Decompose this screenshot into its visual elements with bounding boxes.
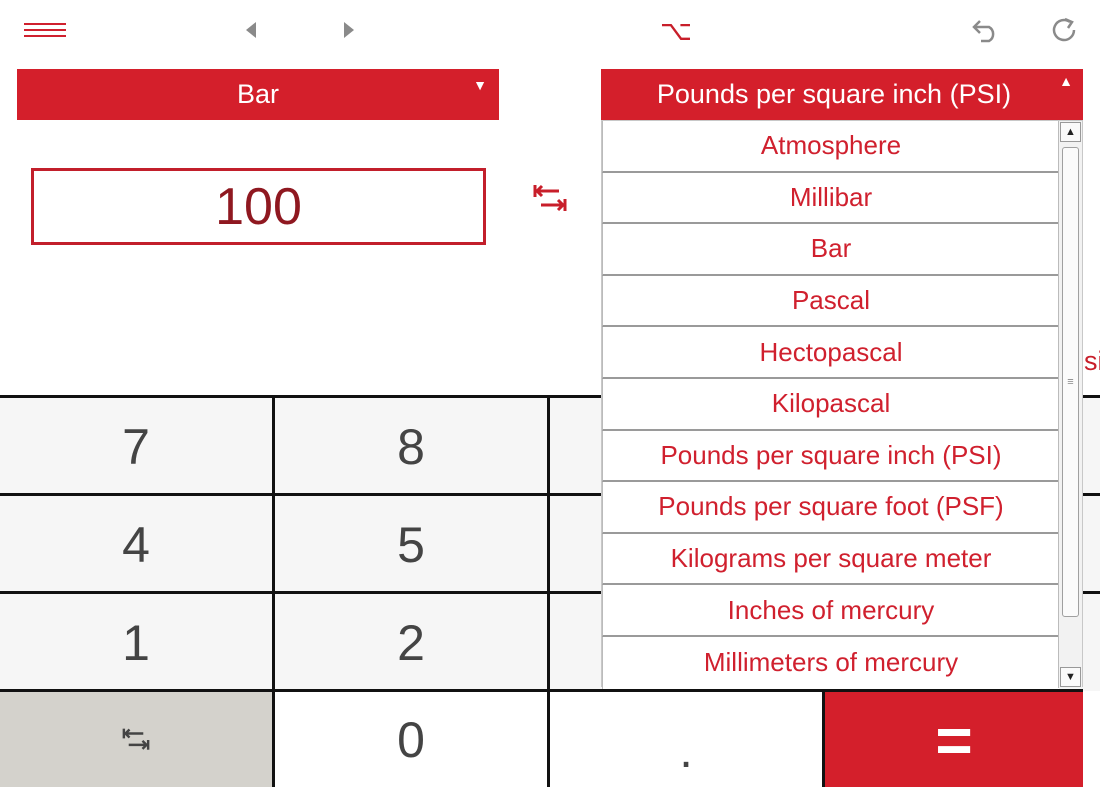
undo-icon[interactable]: [966, 10, 1006, 50]
result-unit-partial: si: [1084, 346, 1100, 376]
option-mm-mercury[interactable]: Millimeters of mercury: [602, 636, 1059, 689]
option-inches-mercury[interactable]: Inches of mercury: [602, 585, 1059, 637]
equals-button[interactable]: =: [825, 689, 1083, 787]
key-5[interactable]: 5: [275, 493, 550, 593]
key-1[interactable]: 1: [0, 591, 275, 691]
scroll-down-icon[interactable]: ▼: [1060, 667, 1081, 687]
key-2-label: 2: [397, 614, 425, 671]
key-7-label: 7: [122, 418, 150, 475]
key-0[interactable]: 0: [275, 689, 550, 787]
key-2[interactable]: 2: [275, 591, 550, 691]
hamburger-icon[interactable]: [22, 10, 68, 50]
chevron-up-icon: ▲: [1059, 73, 1073, 89]
to-unit-select[interactable]: Pounds per square inch (PSI) ▲: [601, 69, 1083, 120]
option-kg-per-sq-meter[interactable]: Kilograms per square meter: [602, 533, 1059, 586]
key-8-label: 8: [397, 418, 425, 475]
key-dot[interactable]: .: [550, 689, 825, 787]
to-unit-dropdown: Atmosphere Millibar Bar Pascal Hectopasc…: [601, 120, 1083, 689]
swap-units-icon[interactable]: [529, 178, 571, 220]
value-input[interactable]: 100: [31, 168, 486, 245]
key-5-label: 5: [397, 516, 425, 573]
option-kilopascal[interactable]: Kilopascal: [602, 378, 1059, 431]
arrow-left-icon[interactable]: [236, 10, 266, 50]
option-millibar[interactable]: Millibar: [602, 172, 1059, 225]
key-1-label: 1: [122, 614, 150, 671]
key-dot-label: .: [679, 725, 693, 778]
chevron-down-icon: ▼: [473, 77, 487, 93]
from-unit-label: Bar: [236, 79, 280, 109]
dropdown-options: Atmosphere Millibar Bar Pascal Hectopasc…: [602, 121, 1059, 689]
scroll-up-icon[interactable]: ▲: [1060, 122, 1081, 142]
option-psi[interactable]: Pounds per square inch (PSI): [602, 430, 1059, 483]
dropdown-scrollbar[interactable]: ▲ ≡ ▼: [1058, 121, 1082, 688]
option-hectopascal[interactable]: Hectopascal: [602, 327, 1059, 379]
option-pascal[interactable]: Pascal: [602, 275, 1059, 328]
option-key-icon[interactable]: ⌥: [656, 10, 696, 50]
toolbar: ⌥: [0, 0, 1100, 62]
from-unit-select[interactable]: Bar ▼: [17, 69, 499, 120]
key-4-label: 4: [122, 516, 150, 573]
redo-icon[interactable]: [1044, 10, 1084, 50]
key-8[interactable]: 8: [275, 395, 550, 495]
arrow-right-icon[interactable]: [334, 10, 364, 50]
scroll-thumb[interactable]: ≡: [1062, 147, 1079, 617]
swap-key[interactable]: [0, 689, 275, 787]
option-psf[interactable]: Pounds per square foot (PSF): [602, 482, 1059, 534]
key-4[interactable]: 4: [0, 493, 275, 593]
swap-icon: [122, 728, 150, 750]
to-unit-label: Pounds per square inch (PSI): [656, 79, 1012, 109]
equals-label: =: [935, 703, 973, 776]
key-0-label: 0: [397, 711, 425, 768]
key-7[interactable]: 7: [0, 395, 275, 495]
option-bar[interactable]: Bar: [602, 224, 1059, 276]
input-value: 100: [215, 177, 302, 236]
option-atmosphere[interactable]: Atmosphere: [602, 121, 1059, 173]
